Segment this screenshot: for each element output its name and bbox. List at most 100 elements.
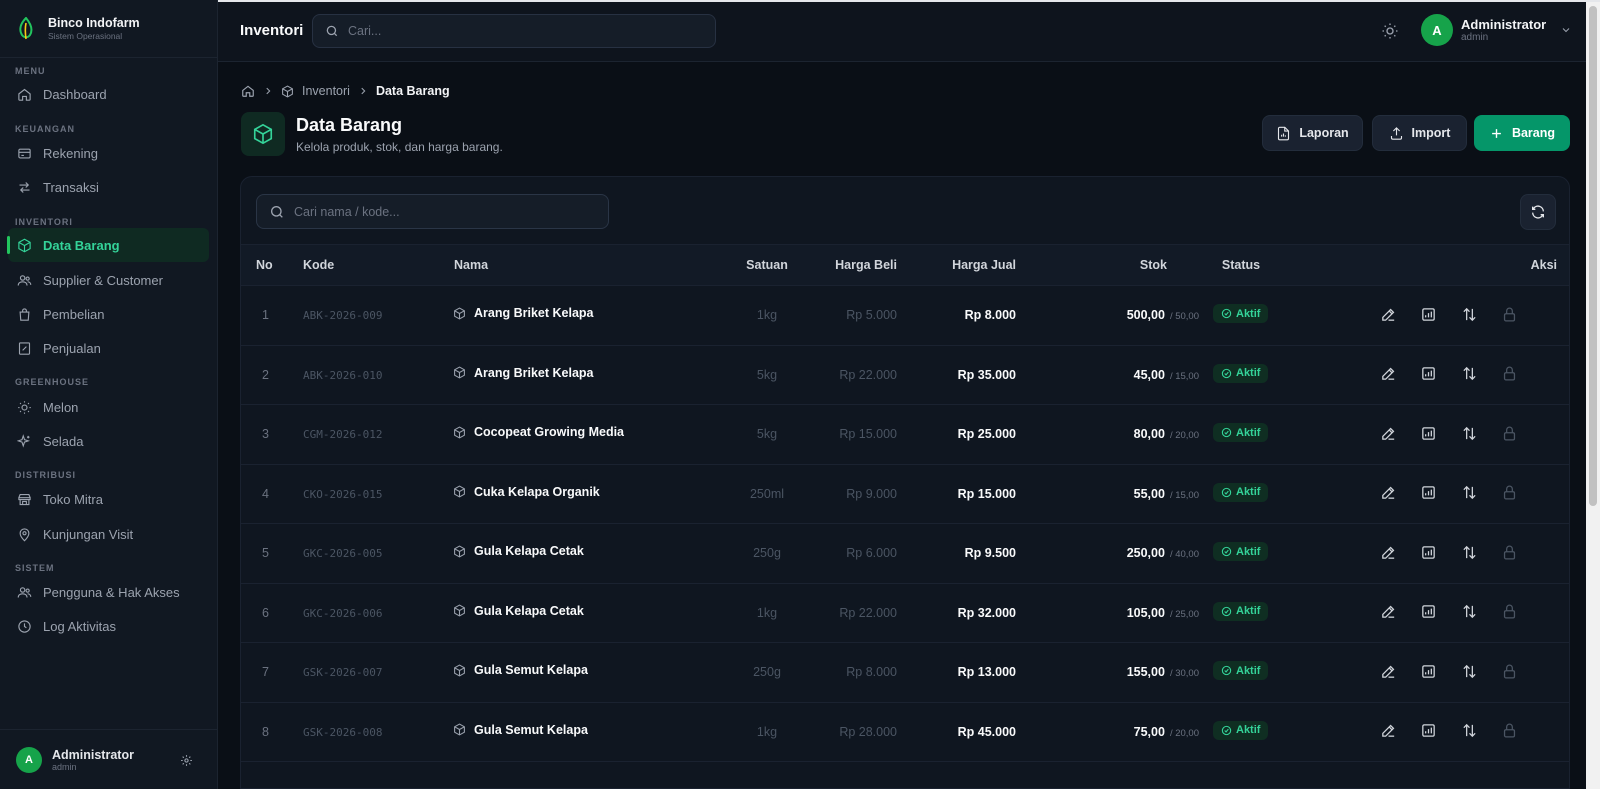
lock-icon[interactable] [1500, 662, 1518, 680]
swap-vertical-icon[interactable] [1460, 603, 1478, 621]
swap-vertical-icon[interactable] [1460, 722, 1478, 740]
sun-icon[interactable] [1381, 22, 1399, 40]
chart-icon[interactable] [1419, 484, 1437, 502]
user-menu[interactable]: A Administrator admin [1421, 14, 1572, 46]
sidebar-item-toko-mitra[interactable]: Toko Mitra [8, 482, 209, 516]
sidebar-item-transaksi[interactable]: Transaksi [8, 170, 209, 204]
refresh-button[interactable] [1520, 194, 1556, 230]
swap-vertical-icon[interactable] [1460, 305, 1478, 323]
cell-satuan: 1kg [756, 308, 778, 322]
avatar: A [16, 746, 42, 773]
home-icon[interactable] [241, 84, 255, 98]
item-search[interactable] [256, 194, 609, 229]
lock-icon[interactable] [1500, 722, 1518, 740]
box-icon [454, 544, 465, 558]
edit-icon[interactable] [1379, 722, 1397, 740]
table-row[interactable]: 8 GSK-2026-008 Gula Semut Kelapa 1kg Rp 28.0… [241, 703, 1569, 762]
swap-vertical-icon[interactable] [1460, 365, 1478, 383]
sparkles-icon [17, 433, 31, 448]
cell-stok: 155,00 / 30,00 [1071, 665, 1199, 679]
sidebar-item-supplier-customer[interactable]: Supplier & Customer [8, 263, 209, 297]
swap-vertical-icon[interactable] [1460, 424, 1478, 442]
sidebar-item-pembelian[interactable]: Pembelian [8, 297, 209, 331]
edit-icon[interactable] [1379, 365, 1397, 383]
sidebar-user[interactable]: A Administrator admin [0, 729, 217, 789]
lock-icon[interactable] [1500, 305, 1518, 323]
table-row[interactable]: 5 GKC-2026-005 Gula Kelapa Cetak 250g Rp 6.0… [241, 524, 1569, 584]
table-row[interactable]: 3 CGM-2026-012 Cocopeat Growing Media 5kg Rp… [241, 405, 1569, 465]
check-circle-icon [1221, 487, 1232, 497]
sidebar-item-penjualan[interactable]: Penjualan [8, 331, 209, 365]
import-button[interactable]: Import [1372, 115, 1467, 151]
edit-icon[interactable] [1379, 543, 1397, 561]
col-nama: Nama [454, 258, 489, 272]
lock-icon[interactable] [1500, 484, 1518, 502]
lock-icon[interactable] [1500, 543, 1518, 561]
chart-icon[interactable] [1419, 305, 1437, 323]
cell-no: 2 [262, 367, 269, 382]
brand[interactable]: Binco Indofarm Sistem Operasional [0, 0, 217, 58]
cell-nama: Gula Semut Kelapa [453, 663, 588, 677]
stock-min: / 15,00 [1169, 370, 1199, 382]
sidebar-item-log-aktivitas[interactable]: Log Aktivitas [8, 609, 209, 643]
lock-icon[interactable] [1500, 424, 1518, 442]
cell-nama: Gula Kelapa Cetak [453, 604, 584, 618]
page-title: Data Barang [296, 115, 403, 135]
sidebar-item-rekening[interactable]: Rekening [8, 136, 209, 170]
edit-icon[interactable] [1379, 424, 1397, 442]
col-harga-jual: Harga Jual [952, 258, 1016, 272]
edit-icon[interactable] [1379, 305, 1397, 323]
add-item-button-label: Barang [1511, 126, 1556, 140]
table-row[interactable]: 4 CKO-2026-015 Cuka Kelapa Organik 250ml Rp … [241, 465, 1569, 524]
chart-icon[interactable] [1419, 365, 1437, 383]
item-name: Gula Semut Kelapa [474, 663, 588, 677]
report-button[interactable]: Laporan [1262, 115, 1363, 151]
cell-kode: GSK-2026-007 [303, 666, 383, 679]
global-search-input[interactable] [348, 24, 688, 38]
cell-kode: GSK-2026-008 [303, 725, 383, 739]
sidebar-item-kunjungan-visit[interactable]: Kunjungan Visit [8, 517, 209, 551]
chart-icon[interactable] [1419, 424, 1437, 442]
chart-icon[interactable] [1419, 722, 1437, 740]
chart-icon[interactable] [1419, 543, 1437, 561]
sidebar-item-dashboard[interactable]: Dashboard [8, 77, 209, 111]
stock-value: 105,00 [1126, 605, 1165, 620]
bag-icon [19, 307, 30, 321]
breadcrumb-parent[interactable]: Inventori [302, 84, 350, 98]
edit-icon[interactable] [1379, 484, 1397, 502]
item-search-input[interactable] [294, 204, 594, 219]
chart-icon[interactable] [1419, 662, 1437, 680]
col-status: Status [1221, 258, 1261, 272]
edit-icon[interactable] [1379, 603, 1397, 621]
scrollbar-thumb[interactable] [1589, 6, 1597, 506]
chart-icon[interactable] [1419, 603, 1437, 621]
add-item-button[interactable]: Barang [1474, 115, 1570, 151]
sidebar-item-data-barang[interactable]: Data Barang [7, 228, 209, 262]
cell-satuan: 5kg [756, 427, 778, 441]
gear-icon[interactable] [180, 754, 193, 767]
box-icon [454, 663, 465, 677]
breadcrumb: Inventori Data Barang [241, 84, 450, 98]
page-scrollbar[interactable] [1586, 2, 1600, 789]
swap-vertical-icon[interactable] [1460, 543, 1478, 561]
store-icon [18, 493, 31, 505]
table-row[interactable]: 7 GSK-2026-007 Gula Semut Kelapa 250g Rp 8.0… [241, 643, 1569, 703]
cell-harga-jual: Rp 9.500 [964, 546, 1016, 560]
sidebar-item-pengguna-hak-akses[interactable]: Pengguna & Hak Akses [8, 575, 209, 609]
sidebar-item-selada[interactable]: Selada [8, 424, 209, 458]
stock-min: / 25,00 [1169, 608, 1199, 620]
cell-stok: 45,00 / 15,00 [1071, 368, 1199, 382]
swap-vertical-icon[interactable] [1460, 484, 1478, 502]
table-row[interactable]: 6 GKC-2026-006 Gula Kelapa Cetak 1kg Rp 22.0… [241, 584, 1569, 643]
sidebar-item-melon[interactable]: Melon [8, 390, 209, 424]
table-row[interactable]: 1 ABK-2026-009 Arang Briket Kelapa 1kg Rp 5.… [241, 286, 1569, 346]
swap-vertical-icon[interactable] [1460, 662, 1478, 680]
edit-icon[interactable] [1379, 662, 1397, 680]
sidebar-item-label: Pembelian [43, 306, 105, 322]
cell-harga-beli: Rp 22.000 [839, 367, 897, 382]
global-search[interactable] [312, 14, 716, 48]
table-row[interactable]: 2 ABK-2026-010 Arang Briket Kelapa 5kg Rp 22… [241, 346, 1569, 405]
item-name: Gula Kelapa Cetak [474, 544, 584, 558]
lock-icon[interactable] [1500, 365, 1518, 383]
lock-icon[interactable] [1500, 603, 1518, 621]
